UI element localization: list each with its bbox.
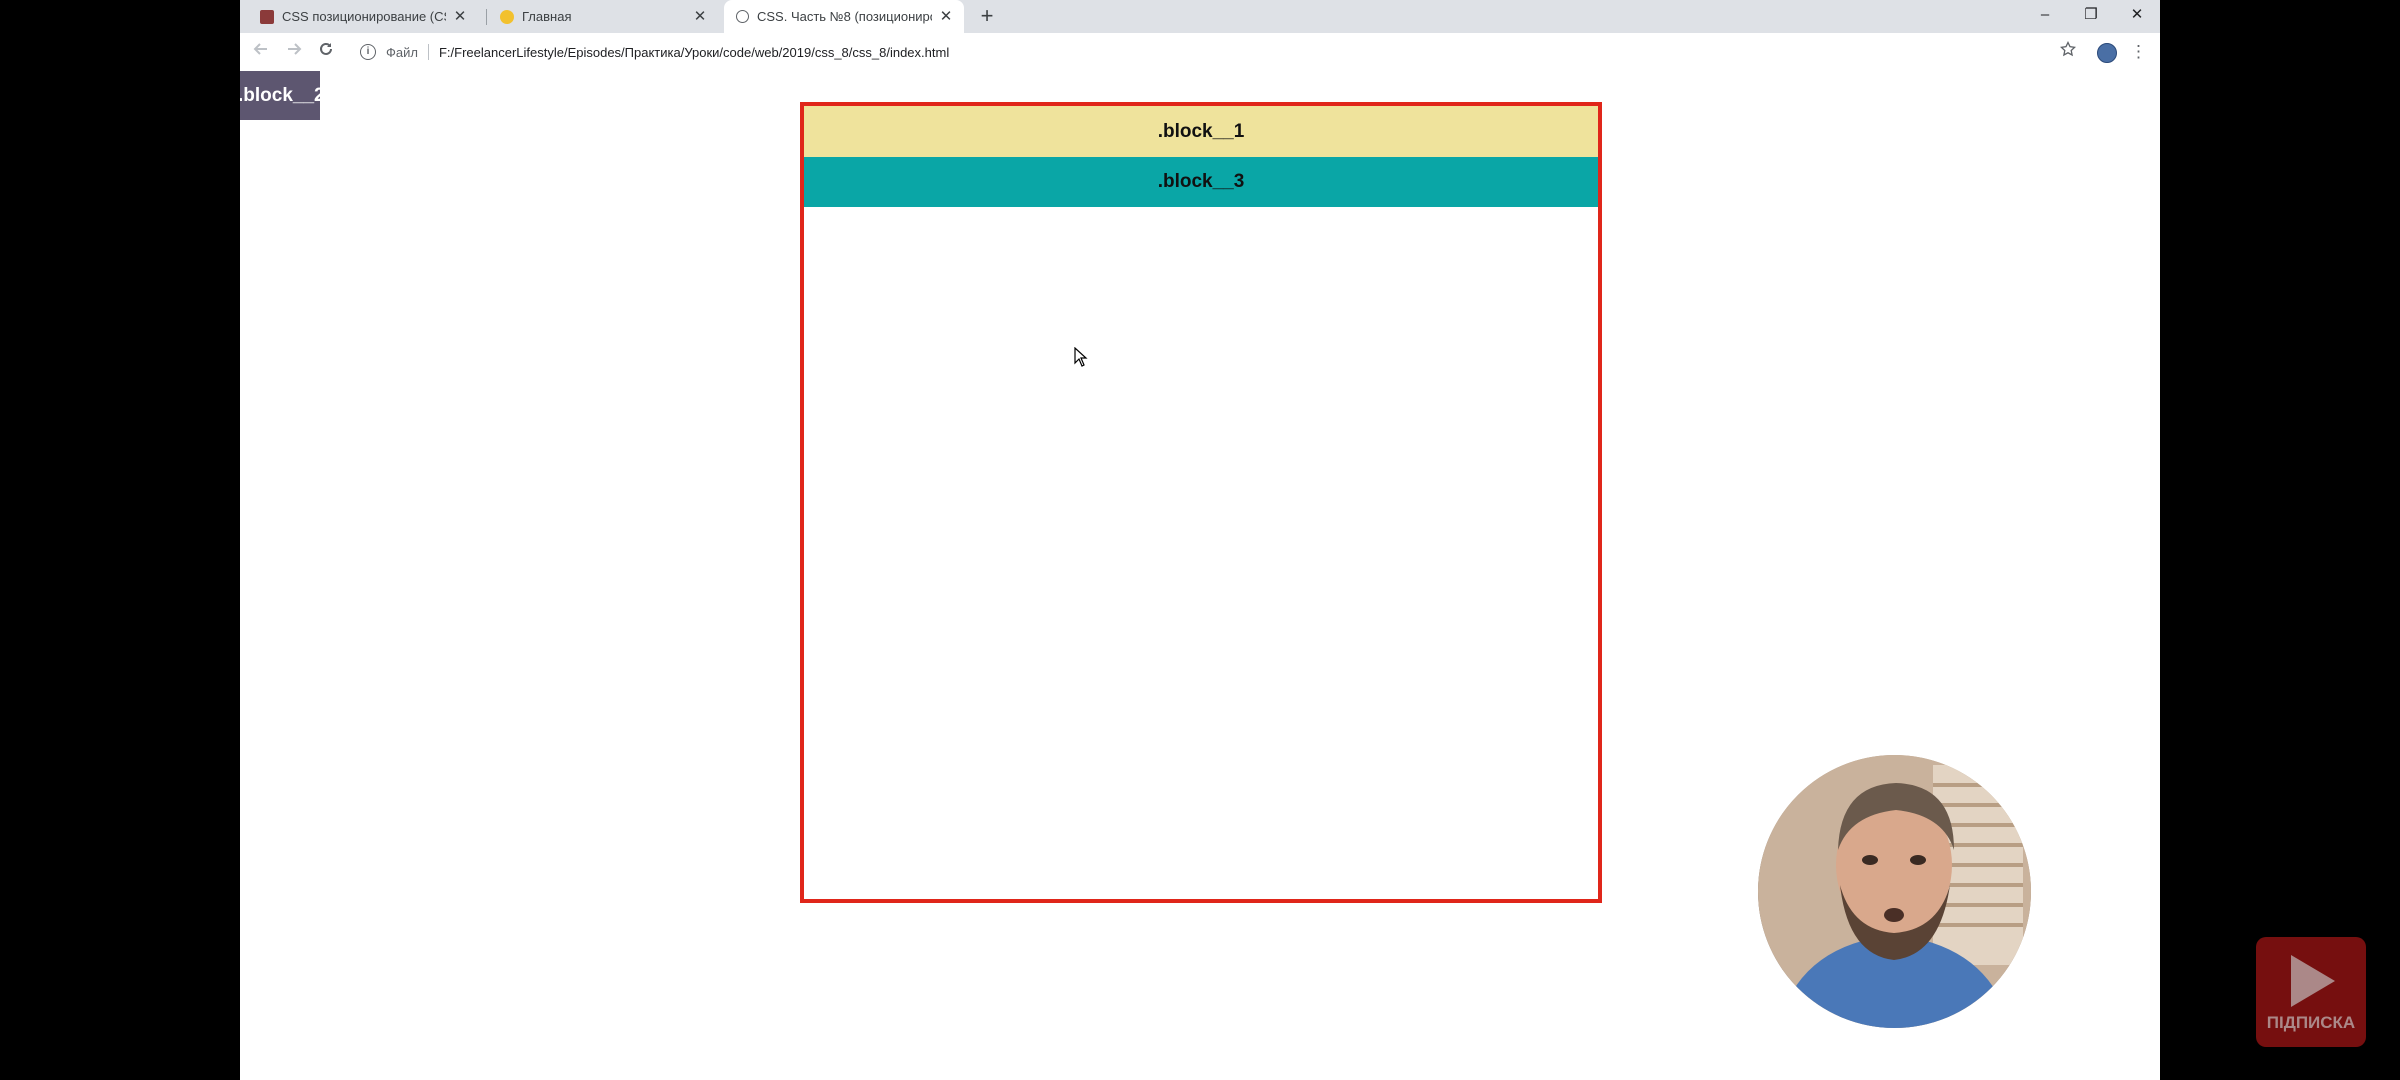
red-bordered-container: .block__1 .block__3 <box>800 102 1602 903</box>
file-scheme-label: Файл <box>386 44 418 60</box>
play-icon <box>2291 955 2335 1007</box>
reload-icon <box>320 42 332 55</box>
profile-avatar[interactable] <box>2097 43 2117 63</box>
bookmark-star-button[interactable] <box>2057 40 2079 63</box>
tab-separator <box>486 9 487 25</box>
close-icon[interactable]: ✕ <box>452 8 468 25</box>
new-tab-button[interactable]: + <box>976 5 998 28</box>
arrow-left-icon <box>253 43 267 55</box>
site-favicon-icon <box>260 9 274 24</box>
subscribe-button[interactable]: ПІДПИСКА <box>2256 937 2366 1047</box>
block-1: .block__1 <box>804 106 1598 157</box>
presenter-face-icon <box>1758 755 2031 1028</box>
tab-strip: CSS позиционирование (CSS p ✕ Главная ✕ … <box>240 0 2160 33</box>
address-bar[interactable]: i Файл F:/FreelancerLifestyle/Episodes/П… <box>360 37 2040 67</box>
reload-button[interactable] <box>315 41 337 63</box>
presenter-webcam-overlay <box>1755 752 2034 1031</box>
globe-icon <box>736 10 749 23</box>
info-icon[interactable]: i <box>360 44 376 60</box>
subscribe-label: ПІДПИСКА <box>2266 1013 2356 1032</box>
browser-menu-button[interactable]: ⋮ <box>2130 41 2147 63</box>
close-icon[interactable]: ✕ <box>938 8 954 25</box>
close-window-button[interactable]: ✕ <box>2114 0 2160 30</box>
minimize-button[interactable]: – <box>2022 0 2068 30</box>
back-button[interactable] <box>250 41 272 63</box>
block-3: .block__3 <box>804 157 1598 207</box>
tab-title: Главная <box>522 9 572 24</box>
close-icon[interactable]: ✕ <box>692 8 708 25</box>
tab-css-positioning[interactable]: CSS позиционирование (CSS p ✕ <box>248 0 478 33</box>
arrow-right-icon <box>288 43 302 55</box>
tab-home[interactable]: Главная ✕ <box>488 0 718 33</box>
site-favicon-icon <box>500 9 514 24</box>
url-text[interactable]: F:/FreelancerLifestyle/Episodes/Практика… <box>439 45 949 60</box>
forward-button[interactable] <box>283 41 305 63</box>
omnibox-divider <box>427 44 429 60</box>
block-2: .block__2 <box>240 71 320 120</box>
browser-toolbar: i Файл F:/FreelancerLifestyle/Episodes/П… <box>240 33 2160 72</box>
mouse-cursor-icon <box>1074 347 1088 367</box>
tab-title: CSS позиционирование (CSS p <box>282 9 446 24</box>
tab-css-part-8[interactable]: CSS. Часть №8 (позициониров ✕ <box>724 0 964 33</box>
star-icon <box>2059 40 2077 57</box>
maximize-button[interactable]: ❐ <box>2068 0 2114 30</box>
tab-title: CSS. Часть №8 (позициониров <box>757 9 932 24</box>
